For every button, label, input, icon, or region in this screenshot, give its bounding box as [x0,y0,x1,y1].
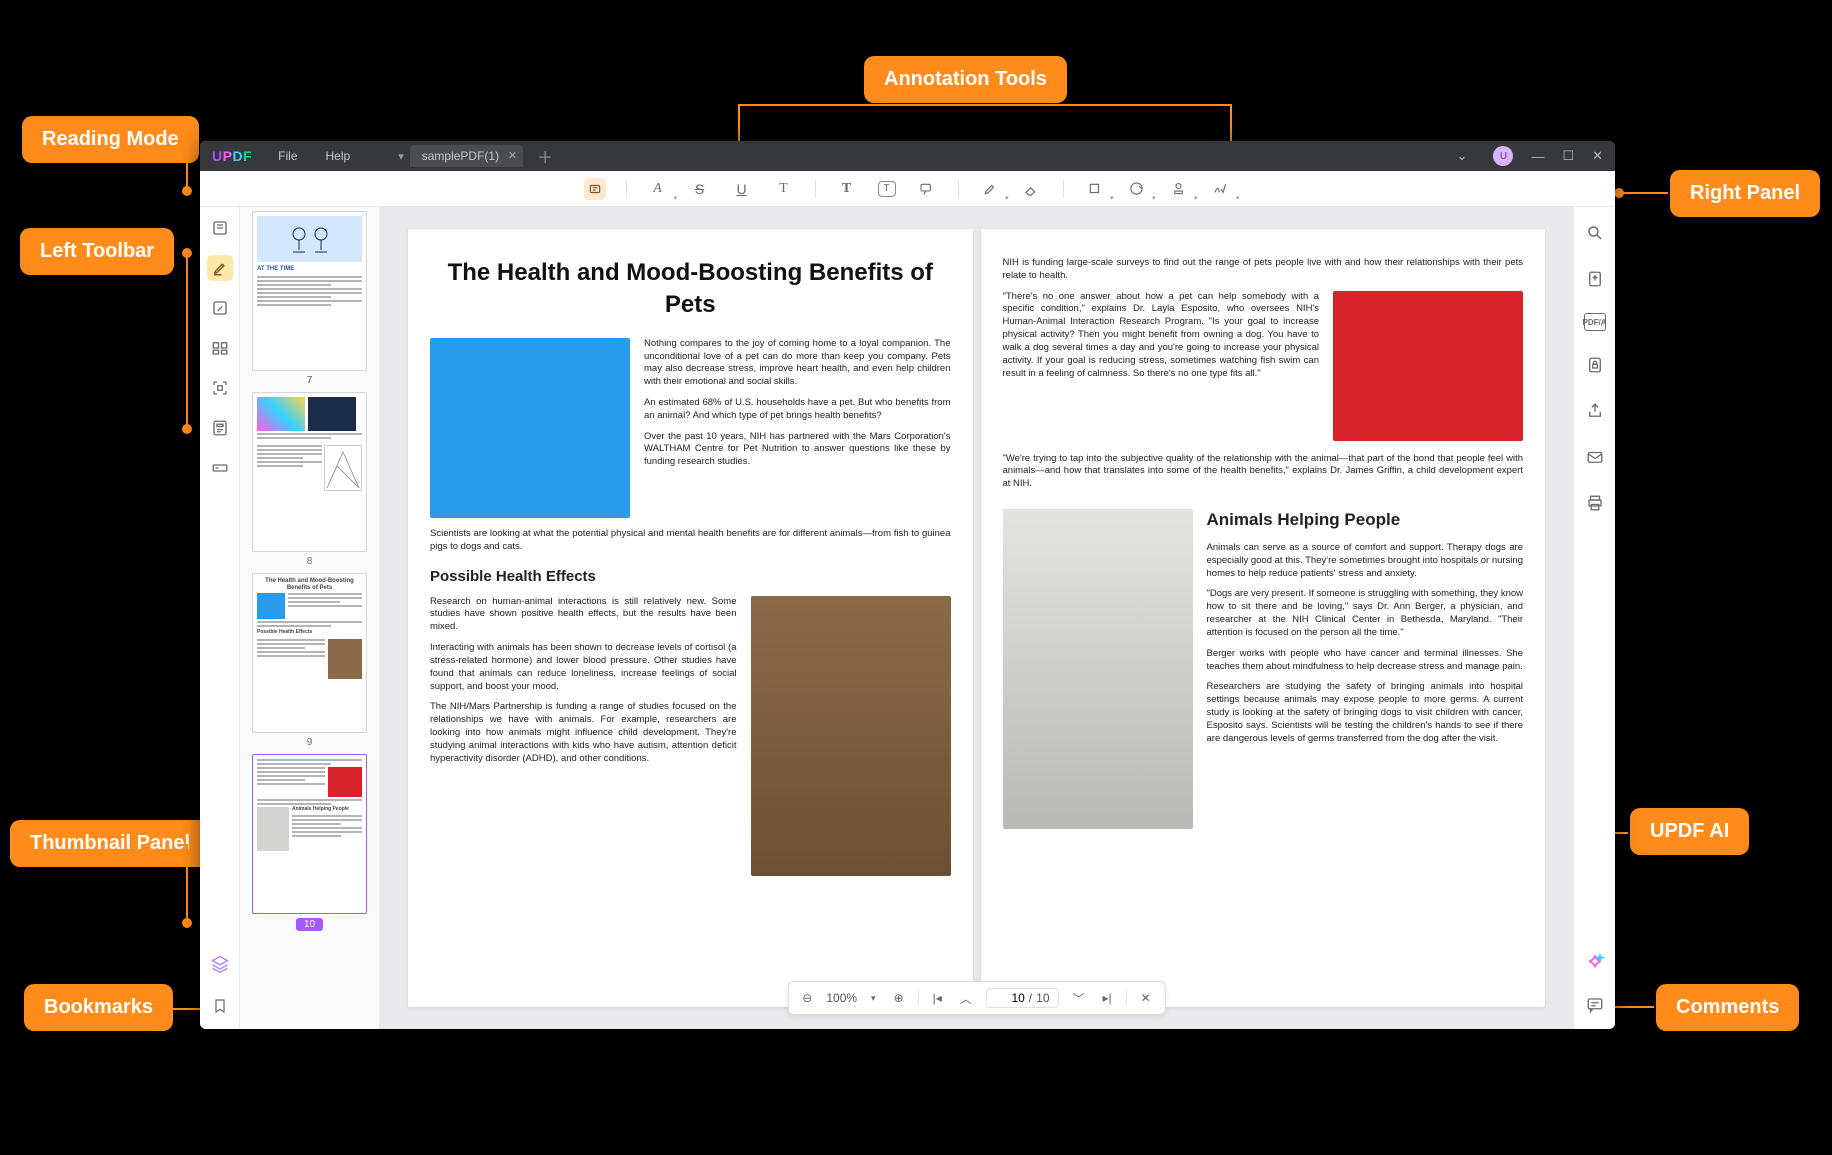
title-bar: UPDF File Help ▾ samplePDF(1) ✕ ＋ ⌄ U ― … [200,141,1615,171]
annotation-toolbar: A▾ S U T T T ▾ ▾ ▾ ▾ ▾ [200,171,1615,207]
annotate-mode-icon[interactable] [207,255,233,281]
left-toolbar [200,207,240,1029]
page-total: 10 [1036,991,1049,1005]
thumbnail-page-9[interactable]: The Health and Mood-Boosting Benefits of… [252,573,367,748]
document-tab[interactable]: samplePDF(1) ✕ [410,145,523,167]
ocr-icon[interactable] [207,375,233,401]
tool-pencil-icon[interactable]: ▾ [979,178,1001,200]
doc-title: The Health and Mood-Boosting Benefits of… [430,257,951,322]
print-icon[interactable] [1583,491,1607,515]
app-window: UPDF File Help ▾ samplePDF(1) ✕ ＋ ⌄ U ― … [200,141,1615,1029]
tool-underline-icon[interactable]: U [731,178,753,200]
menu-help[interactable]: Help [312,149,365,163]
user-avatar[interactable]: U [1493,146,1513,166]
thumbnail-page-7[interactable]: AT THE TIME 7 [252,211,367,386]
tool-shapes-icon[interactable]: ▾ [1084,178,1106,200]
callout-updf-ai: UPDF AI [1630,808,1749,855]
document-viewer[interactable]: The Health and Mood-Boosting Benefits of… [380,207,1573,1029]
thumbnail-page-8[interactable]: 8 [252,392,367,567]
maximize-icon[interactable]: ☐ [1562,148,1574,164]
tab-list-dropdown[interactable]: ▾ [398,150,404,163]
heading-possible-health: Possible Health Effects [430,567,951,587]
image-desk-cat [1003,509,1193,829]
zoom-dropdown-icon[interactable]: ▾ [867,991,880,1006]
tool-squiggly-icon[interactable]: T [773,178,795,200]
tool-stamp-icon[interactable]: ▾ [1168,178,1190,200]
tool-select-icon[interactable] [584,178,606,200]
tool-highlight-icon[interactable]: A▾ [647,178,669,200]
window-controls: ⌄ U ― ☐ ✕ [1457,146,1615,166]
collapse-chevron-icon[interactable]: ⌄ [1457,148,1468,164]
close-tab-icon[interactable]: ✕ [508,149,517,162]
callout-thumbnail-panel: Thumbnail Panel [10,820,210,867]
heading-animals-helping: Animals Helping People [1207,509,1524,532]
image-dog-cat [751,596,951,876]
callout-comments: Comments [1656,984,1799,1031]
first-page-icon[interactable]: |◂ [929,989,946,1007]
callout-bookmarks: Bookmarks [24,984,173,1031]
page-right: NIH is funding large-scale surveys to fi… [981,229,1546,1007]
prev-page-icon[interactable]: ︿ [956,988,976,1009]
page-indicator: / 10 [986,988,1059,1008]
zoom-in-icon[interactable]: ⊕ [890,989,908,1007]
image-cat [430,338,630,518]
convert-icon[interactable]: PDF/A [1584,313,1606,331]
export-icon[interactable] [1583,267,1607,291]
form-icon[interactable] [207,415,233,441]
right-panel: PDF/A [1573,207,1615,1029]
redact-icon[interactable] [207,455,233,481]
tab-strip: ▾ samplePDF(1) ✕ ＋ [388,144,553,168]
new-tab-button[interactable]: ＋ [537,144,553,168]
zoom-level: 100% [826,991,857,1005]
minimize-icon[interactable]: ― [1531,149,1544,164]
email-icon[interactable] [1583,445,1607,469]
comments-icon[interactable] [1583,993,1607,1017]
page-left: The Health and Mood-Boosting Benefits of… [408,229,973,1007]
menu-file[interactable]: File [264,149,311,163]
callout-annotation-tools: Annotation Tools [864,56,1067,103]
bookmark-icon[interactable] [207,993,233,1019]
next-page-icon[interactable]: ﹀ [1069,988,1089,1009]
tool-strike-icon[interactable]: S [689,178,711,200]
updf-ai-icon[interactable] [1583,951,1607,975]
thumbnail-panel-icon[interactable] [207,951,233,977]
page-input[interactable] [995,991,1025,1005]
navigation-panel: ⊖ 100% ▾ ⊕ |◂ ︿ / 10 ﹀ ▸| ✕ [787,981,1165,1015]
last-page-icon[interactable]: ▸| [1099,989,1116,1007]
zoom-out-icon[interactable]: ⊖ [798,989,816,1007]
tool-signature-icon[interactable]: ▾ [1210,178,1232,200]
tab-label: samplePDF(1) [422,149,499,163]
callout-reading-mode: Reading Mode [22,116,199,163]
tool-callout-icon[interactable] [916,178,938,200]
close-nav-icon[interactable]: ✕ [1137,989,1155,1007]
organize-pages-icon[interactable] [207,335,233,361]
thumbnail-page-10[interactable]: Animals Helping People 10 [252,754,367,932]
protect-icon[interactable] [1583,353,1607,377]
callout-left-toolbar: Left Toolbar [20,228,174,275]
reader-mode-icon[interactable] [207,215,233,241]
tool-eraser-icon[interactable] [1021,178,1043,200]
callout-right-panel: Right Panel [1670,170,1820,217]
thumbnail-panel[interactable]: AT THE TIME 7 8 [240,207,380,1029]
search-icon[interactable] [1583,221,1607,245]
tool-text-icon[interactable]: T [836,178,858,200]
image-dogs-costume [1333,291,1523,441]
share-icon[interactable] [1583,399,1607,423]
close-window-icon[interactable]: ✕ [1592,148,1603,164]
tool-sticker-icon[interactable]: ▾ [1126,178,1148,200]
app-logo: UPDF [200,148,264,164]
tool-textbox-icon[interactable]: T [878,181,896,197]
edit-mode-icon[interactable] [207,295,233,321]
